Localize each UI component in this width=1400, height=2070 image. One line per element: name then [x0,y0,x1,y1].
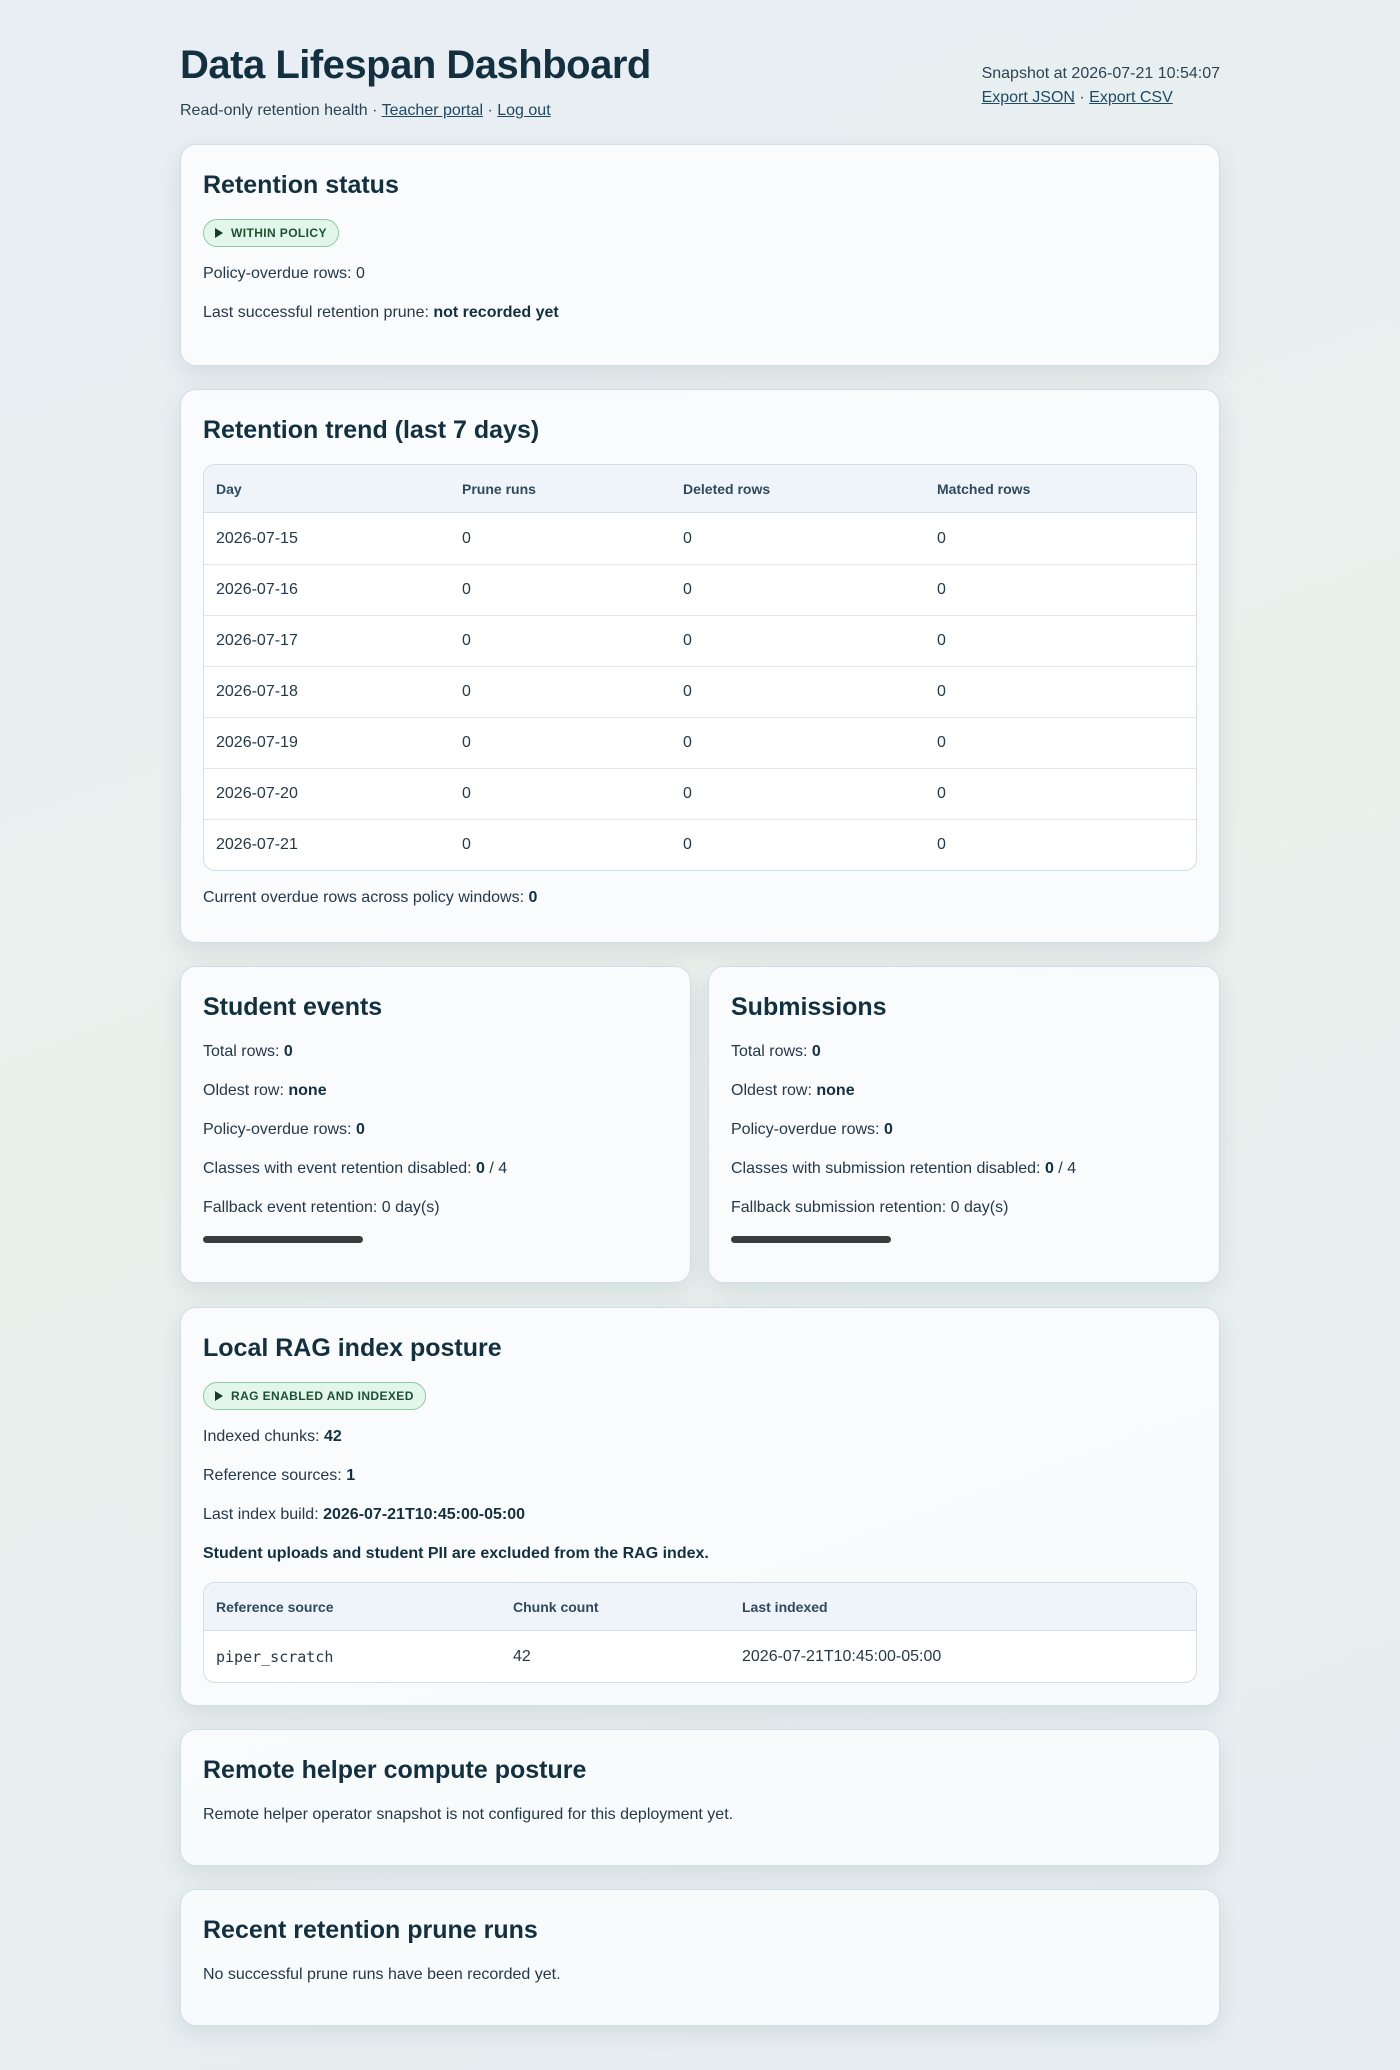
student-events-card: Student events Total rows: 0 Oldest row:… [180,966,691,1283]
table-row: 2026-07-21 0 0 0 [204,819,1196,870]
column-header: Deleted rows [671,465,925,513]
last-prune-value: not recorded yet [433,304,559,321]
subtitle: Read-only retention health [180,102,368,119]
last-prune-line: Last successful retention prune: not rec… [203,304,559,321]
logout-link[interactable]: Log out [497,102,550,119]
overdue-rows-line: Policy-overdue rows: 0 [203,1121,365,1138]
total-rows-line: Total rows: 0 [731,1043,821,1060]
separator: · [1079,89,1085,106]
fallback-retention-line: Fallback event retention: 0 day(s) [203,1199,440,1216]
chunk-count-cell: 42 [513,1647,531,1665]
page-header: Data Lifespan Dashboard Read-only retent… [180,40,1220,130]
card-title: Student events [203,993,383,1021]
column-header: Matched rows [925,465,1196,513]
column-header: Day [204,465,450,513]
reference-sources-table: Reference source Chunk count Last indexe… [203,1582,1197,1683]
card-title: Local RAG index posture [203,1334,502,1362]
table-row: 2026-07-16 0 0 0 [204,564,1196,615]
table-row: 2026-07-17 0 0 0 [204,615,1196,666]
play-icon [215,1391,223,1401]
column-header: Reference source [204,1583,501,1631]
column-header: Prune runs [450,465,671,513]
total-rows-line: Total rows: 0 [203,1043,293,1060]
oldest-row-line: Oldest row: none [203,1082,327,1099]
card-title: Submissions [731,993,887,1021]
oldest-row-line: Oldest row: none [731,1082,855,1099]
current-overdue-value: 0 [528,889,538,906]
play-icon [215,228,223,238]
teacher-portal-link[interactable]: Teacher portal [382,102,483,119]
separator: · [372,102,378,119]
trend-table: Day Prune runs Deleted rows Matched rows… [203,464,1197,871]
indexed-chunks-line: Indexed chunks: 42 [203,1428,342,1445]
status-badge: RAG ENABLED AND INDEXED [203,1382,426,1410]
table-row: 2026-07-20 0 0 0 [204,768,1196,819]
submissions-card: Submissions Total rows: 0 Oldest row: no… [708,966,1220,1283]
remote-helper-text: Remote helper operator snapshot is not c… [203,1806,734,1823]
card-title: Recent retention prune runs [203,1916,538,1944]
overdue-rows-line: Policy-overdue rows: 0 [203,265,365,282]
recent-prune-runs-text: No successful prune runs have been recor… [203,1966,561,1983]
column-header: Last indexed [730,1583,1196,1631]
column-header: Chunk count [501,1583,730,1631]
separator: · [487,102,493,119]
last-indexed-cell: 2026-07-21T10:45:00-05:00 [742,1647,942,1665]
badge-label: WITHIN POLICY [231,226,327,240]
reference-source-cell: piper_scratch [216,1647,334,1666]
card-title: Remote helper compute posture [203,1756,587,1784]
dashboard-page: Data Lifespan Dashboard Read-only retent… [0,0,1400,2070]
last-index-build-line: Last index build: 2026-07-21T10:45:00-05… [203,1506,526,1523]
retention-progress-bar [203,1236,363,1243]
reference-sources-line: Reference sources: 1 [203,1467,356,1484]
recent-prune-runs-card: Recent retention prune runs No successfu… [180,1889,1220,2026]
table-row: 2026-07-18 0 0 0 [204,666,1196,717]
retention-trend-card: Retention trend (last 7 days) Day Prune … [180,389,1220,943]
retention-progress-bar [731,1236,891,1243]
export-json-link[interactable]: Export JSON [982,89,1075,106]
card-title: Retention status [203,171,399,199]
snapshot-timestamp: Snapshot at 2026-07-21 10:54:07 [981,65,1220,82]
fallback-retention-line: Fallback submission retention: 0 day(s) [731,1199,1009,1216]
snapshot-meta: Snapshot at 2026-07-21 10:54:07 Export J… [982,62,1220,110]
overdue-rows-line: Policy-overdue rows: 0 [731,1121,893,1138]
pii-exclusion-note: Student uploads and student PII are excl… [203,1545,709,1562]
current-overdue-line: Current overdue rows across policy windo… [203,889,538,906]
disabled-classes-line: Classes with submission retention disabl… [731,1160,1077,1177]
disabled-classes-line: Classes with event retention disabled: 0… [203,1160,508,1177]
remote-helper-card: Remote helper compute posture Remote hel… [180,1729,1220,1866]
status-badge: WITHIN POLICY [203,219,339,247]
card-title: Retention trend (last 7 days) [203,416,540,444]
table-row: 2026-07-15 0 0 0 [216,529,946,547]
table-row: piper_scratch 42 2026-07-21T10:45:00-05:… [204,1631,1196,1682]
rag-index-card: Local RAG index posture RAG ENABLED AND … [180,1307,1220,1706]
export-csv-link[interactable]: Export CSV [1089,89,1173,106]
retention-status-card: Retention status WITHIN POLICY Policy-ov… [180,144,1220,366]
table-row: 2026-07-19 0 0 0 [204,717,1196,768]
badge-label: RAG ENABLED AND INDEXED [231,1389,414,1403]
